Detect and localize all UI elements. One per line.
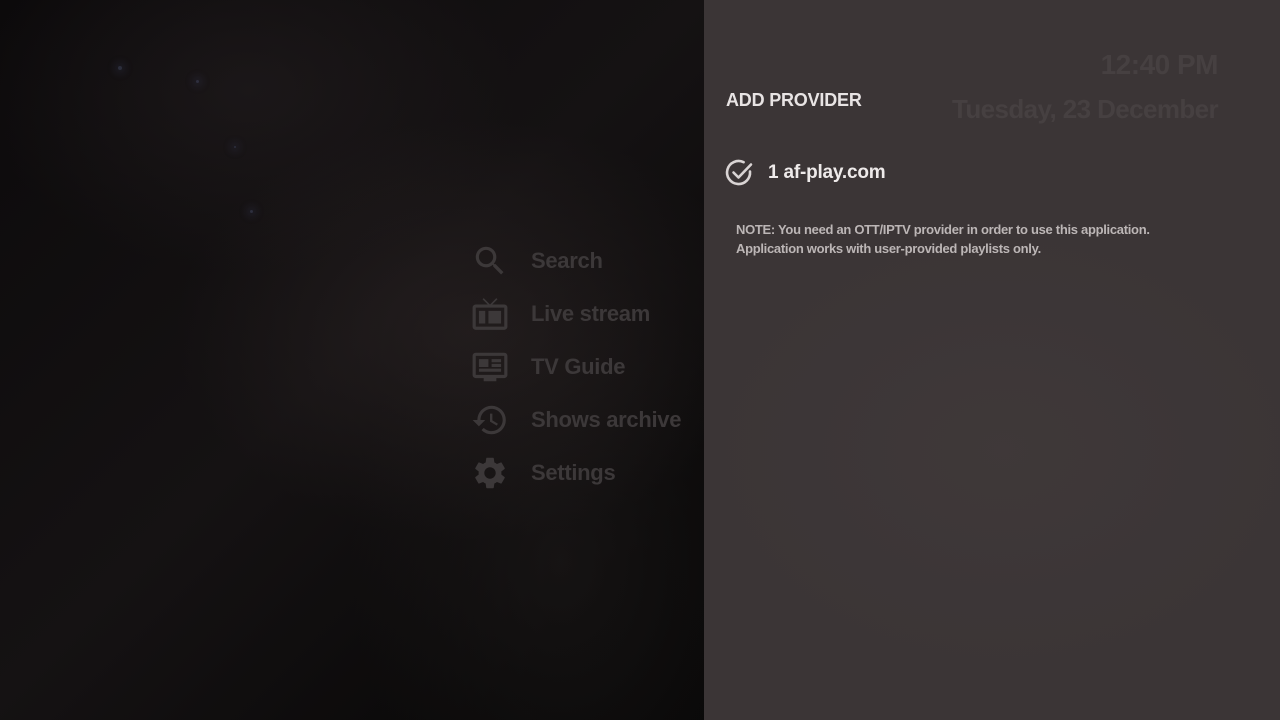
- menu-item-label: TV Guide: [531, 353, 626, 379]
- menu-item-label: Shows archive: [531, 406, 682, 432]
- clock-time: 12:40 PM: [1100, 49, 1219, 80]
- provider-note: NOTE: You need an OTT/IPTV provider in o…: [736, 220, 1206, 258]
- background-star: [234, 146, 236, 148]
- main-menu: Search Live stream TV Guide Shows archiv…: [470, 234, 710, 499]
- add-provider-panel: 12:40 PM Tuesday, 23 December ADD PROVID…: [704, 0, 1280, 720]
- check-circle-icon: [724, 158, 754, 188]
- background-star: [250, 210, 253, 213]
- panel-title: ADD PROVIDER: [726, 90, 862, 110]
- app-screen: Search Live stream TV Guide Shows archiv…: [0, 0, 1280, 720]
- tv-guide-icon: [470, 347, 510, 387]
- menu-item-tv-guide[interactable]: TV Guide: [470, 340, 710, 393]
- gear-icon: [470, 453, 510, 493]
- tv-icon: [470, 294, 510, 334]
- search-icon: [470, 241, 510, 281]
- background-star: [196, 80, 199, 83]
- menu-item-search[interactable]: Search: [470, 234, 710, 287]
- menu-item-label: Settings: [531, 459, 616, 485]
- clock-date: Tuesday, 23 December: [952, 94, 1219, 124]
- note-line: Application works with user-provided pla…: [736, 241, 1041, 256]
- provider-name: 1 af-play.com: [768, 162, 886, 183]
- history-icon: [470, 400, 510, 440]
- menu-item-label: Live stream: [531, 300, 650, 326]
- note-line: NOTE: You need an OTT/IPTV provider in o…: [736, 222, 1150, 237]
- menu-item-shows-archive[interactable]: Shows archive: [470, 393, 710, 446]
- clock: 12:40 PM Tuesday, 23 December: [952, 48, 1219, 126]
- menu-item-live-stream[interactable]: Live stream: [470, 287, 710, 340]
- menu-item-label: Search: [531, 247, 603, 273]
- background-star: [118, 66, 122, 70]
- provider-item[interactable]: 1 af-play.com: [724, 156, 886, 190]
- menu-item-settings[interactable]: Settings: [470, 446, 710, 499]
